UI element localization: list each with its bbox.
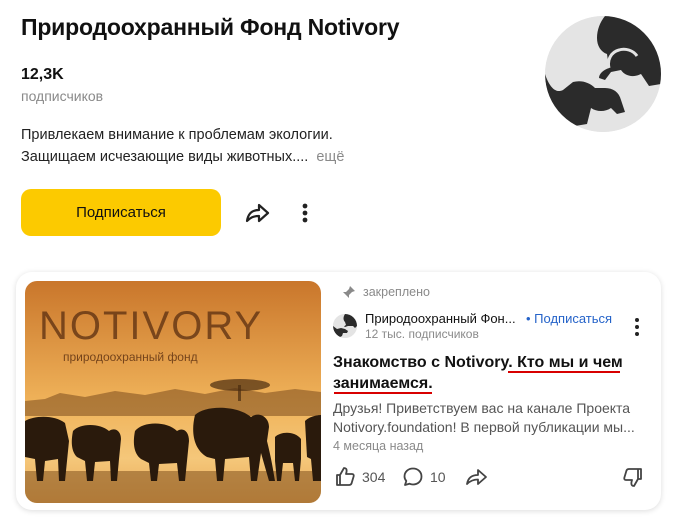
post-excerpt[interactable]: Друзья! Приветствуем вас на канале Проек…	[333, 399, 643, 437]
dislike-button[interactable]	[622, 466, 644, 488]
more-options-button[interactable]	[294, 199, 316, 227]
annotation-underline	[334, 392, 432, 394]
more-vertical-icon	[635, 318, 639, 336]
repost-icon	[466, 469, 487, 485]
comment-button[interactable]: 10	[402, 466, 446, 488]
subscribers-count: 12,3K	[21, 66, 64, 83]
more-vertical-icon	[302, 203, 308, 223]
post-subscribe-link[interactable]: • Подписаться	[526, 311, 612, 326]
thumbnail-logo-text: NOTIVORY	[39, 304, 263, 348]
post-thumbnail[interactable]: NOTIVORY природоохранный фонд	[25, 281, 321, 503]
like-count: 304	[362, 469, 386, 485]
post-channel-name[interactable]: Природоохранный Фон...	[365, 311, 516, 326]
channel-description: Привлекаем внимание к проблемам экологии…	[21, 124, 381, 168]
elephant-logo-icon	[333, 314, 357, 338]
like-icon	[336, 467, 355, 486]
pin-icon	[343, 286, 355, 298]
post-title-part-3: занимаемся.	[333, 375, 433, 392]
pinned-label: закреплено	[363, 285, 430, 299]
elephant-logo-icon	[545, 16, 661, 132]
post-more-button[interactable]	[630, 316, 644, 338]
post-title-part-2: Кто мы и чем	[517, 354, 623, 371]
like-button[interactable]: 304	[334, 466, 385, 488]
channel-avatar	[545, 16, 661, 132]
repost-button[interactable]	[464, 466, 488, 488]
pinned-indicator: закреплено	[342, 285, 430, 299]
comment-count: 10	[430, 469, 446, 485]
post-channel-avatar[interactable]	[333, 314, 357, 338]
description-more-link[interactable]: ещё	[316, 149, 344, 165]
post-title-part-1: Знакомство с Notivory.	[333, 354, 513, 371]
subscribers-label: подписчиков	[21, 88, 104, 104]
thumbnail-subtitle: природоохранный фонд	[63, 350, 198, 364]
post-title[interactable]: Знакомство с Notivory. Кто мы и чем зани…	[333, 352, 633, 394]
description-line-1: Привлекаем внимание к проблемам экологии…	[21, 127, 333, 143]
post-channel-subscribers: 12 тыс. подписчиков	[365, 327, 479, 341]
share-icon	[245, 203, 270, 223]
annotation-underline	[508, 371, 620, 373]
dislike-icon	[623, 468, 642, 487]
post-age: 4 месяца назад	[333, 439, 424, 453]
description-line-2: Защищаем исчезающие виды животных....	[21, 149, 309, 165]
comment-icon	[403, 467, 423, 486]
channel-title: Природоохранный Фонд Notivory	[21, 14, 400, 40]
share-button[interactable]	[243, 199, 271, 227]
subscribe-button[interactable]: Подписаться	[21, 189, 221, 236]
thumbnail-image: NOTIVORY природоохранный фонд	[25, 281, 321, 503]
